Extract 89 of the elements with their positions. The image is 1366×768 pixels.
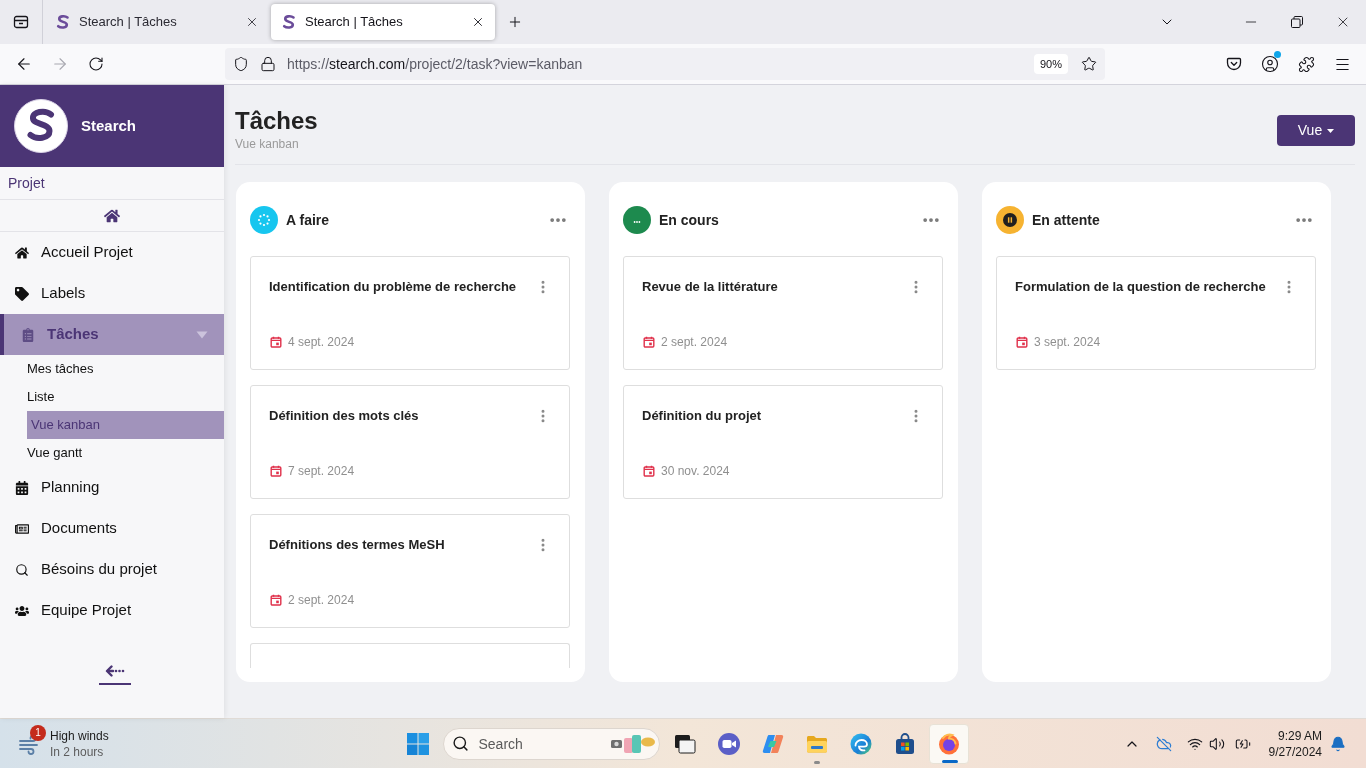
volume-icon[interactable]	[1208, 735, 1225, 752]
zoom-level-button[interactable]: 90%	[1033, 54, 1068, 74]
search-icon	[451, 735, 469, 752]
close-tab-icon[interactable]	[471, 15, 485, 29]
active-app-button[interactable]	[928, 723, 969, 764]
search-field[interactable]: Search	[442, 727, 660, 760]
subnav-item[interactable]: Mes tâches	[27, 355, 224, 383]
caret-icon	[1327, 128, 1335, 133]
column-title: En cours	[659, 210, 719, 230]
account-icon[interactable]	[1261, 55, 1279, 73]
task-title: Revue de la littérature	[642, 278, 778, 296]
tag-icon	[15, 286, 29, 301]
browser-tab[interactable]: Stearch | Tâches	[271, 4, 495, 40]
nav-item[interactable]: Bésoins du projet	[0, 549, 224, 590]
reload-icon[interactable]	[88, 56, 104, 72]
task-card[interactable]: Revue de la littérature 2 sept. 2024	[623, 256, 943, 370]
collapse-arrow-icon	[105, 665, 125, 677]
task-card[interactable]: Définition des mots clés 7 sept. 2024	[250, 385, 570, 499]
nav-item[interactable]: Accueil Projet	[0, 232, 224, 273]
nav-item[interactable]: Documents	[0, 508, 224, 549]
task-card[interactable]: Identification du problème de recherche 4 sept. 2024	[250, 256, 570, 370]
page-title: Tâches	[235, 107, 318, 135]
nav-item[interactable]: Planning	[0, 467, 224, 508]
pocket-icon[interactable]	[1226, 56, 1242, 72]
task-title: Défnitions des termes MeSH	[269, 536, 445, 554]
subnav-item[interactable]: Vue kanban	[27, 411, 224, 439]
calendar-icon	[643, 336, 655, 348]
nav-item[interactable]: Tâches	[0, 314, 224, 355]
subnav-item[interactable]: Vue gantt	[27, 439, 224, 467]
column-title: A faire	[286, 210, 330, 230]
brand-name: Stearch	[81, 115, 137, 136]
calendar-icon	[270, 465, 282, 477]
due-date: 7 sept. 2024	[288, 463, 355, 479]
task-title: Définition des mots clés	[269, 407, 419, 425]
close-tab-icon[interactable]	[245, 15, 259, 29]
people-icon	[15, 603, 29, 618]
column-title: En attente	[1032, 210, 1100, 230]
search-icon	[15, 562, 29, 577]
nav-item[interactable]: Equipe Projet	[0, 590, 224, 631]
home-icon[interactable]	[104, 207, 120, 224]
calendar-icon	[15, 480, 29, 495]
back-icon[interactable]	[15, 55, 33, 73]
extensions-icon[interactable]	[1297, 55, 1315, 73]
notification-badge: 1	[30, 724, 46, 741]
address-bar[interactable]: https://stearch.com/project/2/task?view=kanban 90%	[225, 48, 1105, 80]
house-icon	[15, 245, 29, 260]
newspaper-icon	[15, 521, 29, 536]
task-card[interactable]: Défnitions des termes MeSH 2 sept. 2024	[250, 514, 570, 628]
due-date: 4 sept. 2024	[288, 334, 355, 350]
due-date: 2 sept. 2024	[288, 592, 355, 608]
s-logo-icon	[55, 14, 71, 30]
clock-date[interactable]: 9/27/2024	[1268, 743, 1322, 760]
task-card[interactable]: Formulation de la question de recherche 3 sept. 2024	[996, 256, 1316, 370]
calendar-icon	[270, 594, 282, 606]
start-icon[interactable]	[405, 731, 430, 756]
bell-icon[interactable]	[1330, 735, 1346, 752]
calendar-icon	[1016, 336, 1028, 348]
cloud-off-icon[interactable]	[1155, 735, 1172, 752]
bookmark-star-icon[interactable]	[1081, 56, 1097, 72]
subnav-item[interactable]: Liste	[27, 383, 224, 411]
weather-title: High winds	[50, 727, 109, 744]
view-button[interactable]: Vue	[1277, 115, 1355, 146]
restore-icon[interactable]	[1291, 16, 1303, 28]
page-subtitle: Vue kanban	[235, 137, 300, 151]
clock-time[interactable]: 9:29 AM	[1277, 727, 1322, 744]
task-title: Définition du projet	[642, 407, 762, 425]
nav-item[interactable]: Labels	[0, 273, 224, 314]
section-label: Projet	[8, 173, 45, 193]
tab-tray-icon[interactable]	[13, 14, 29, 30]
task-title: Identification du problème de recherche	[269, 278, 517, 296]
due-date: 2 sept. 2024	[661, 334, 728, 350]
task-card[interactable]: Définition du projet 30 nov. 2024	[623, 385, 943, 499]
clipboard-icon	[21, 327, 35, 342]
collapse-sidebar-button[interactable]	[99, 665, 131, 685]
shield-icon[interactable]	[233, 56, 249, 72]
lock-icon[interactable]	[260, 56, 276, 72]
browser-icon	[936, 731, 961, 756]
task-title: Formulation de la question de recherche	[1015, 278, 1266, 296]
calendar-icon	[643, 465, 655, 477]
logo-icon	[14, 99, 68, 153]
due-date: 30 nov. 2024	[661, 463, 730, 479]
weather-subtitle: In 2 hours	[50, 743, 105, 760]
s-logo-icon	[281, 14, 297, 30]
video-call-icon[interactable]	[716, 731, 741, 756]
browser-tab[interactable]: Stearch | Tâches	[45, 4, 269, 40]
calendar-icon	[270, 336, 282, 348]
e-logo-icon[interactable]	[848, 731, 873, 756]
due-date: 3 sept. 2024	[1034, 334, 1101, 350]
new-tab-icon[interactable]	[507, 14, 523, 30]
